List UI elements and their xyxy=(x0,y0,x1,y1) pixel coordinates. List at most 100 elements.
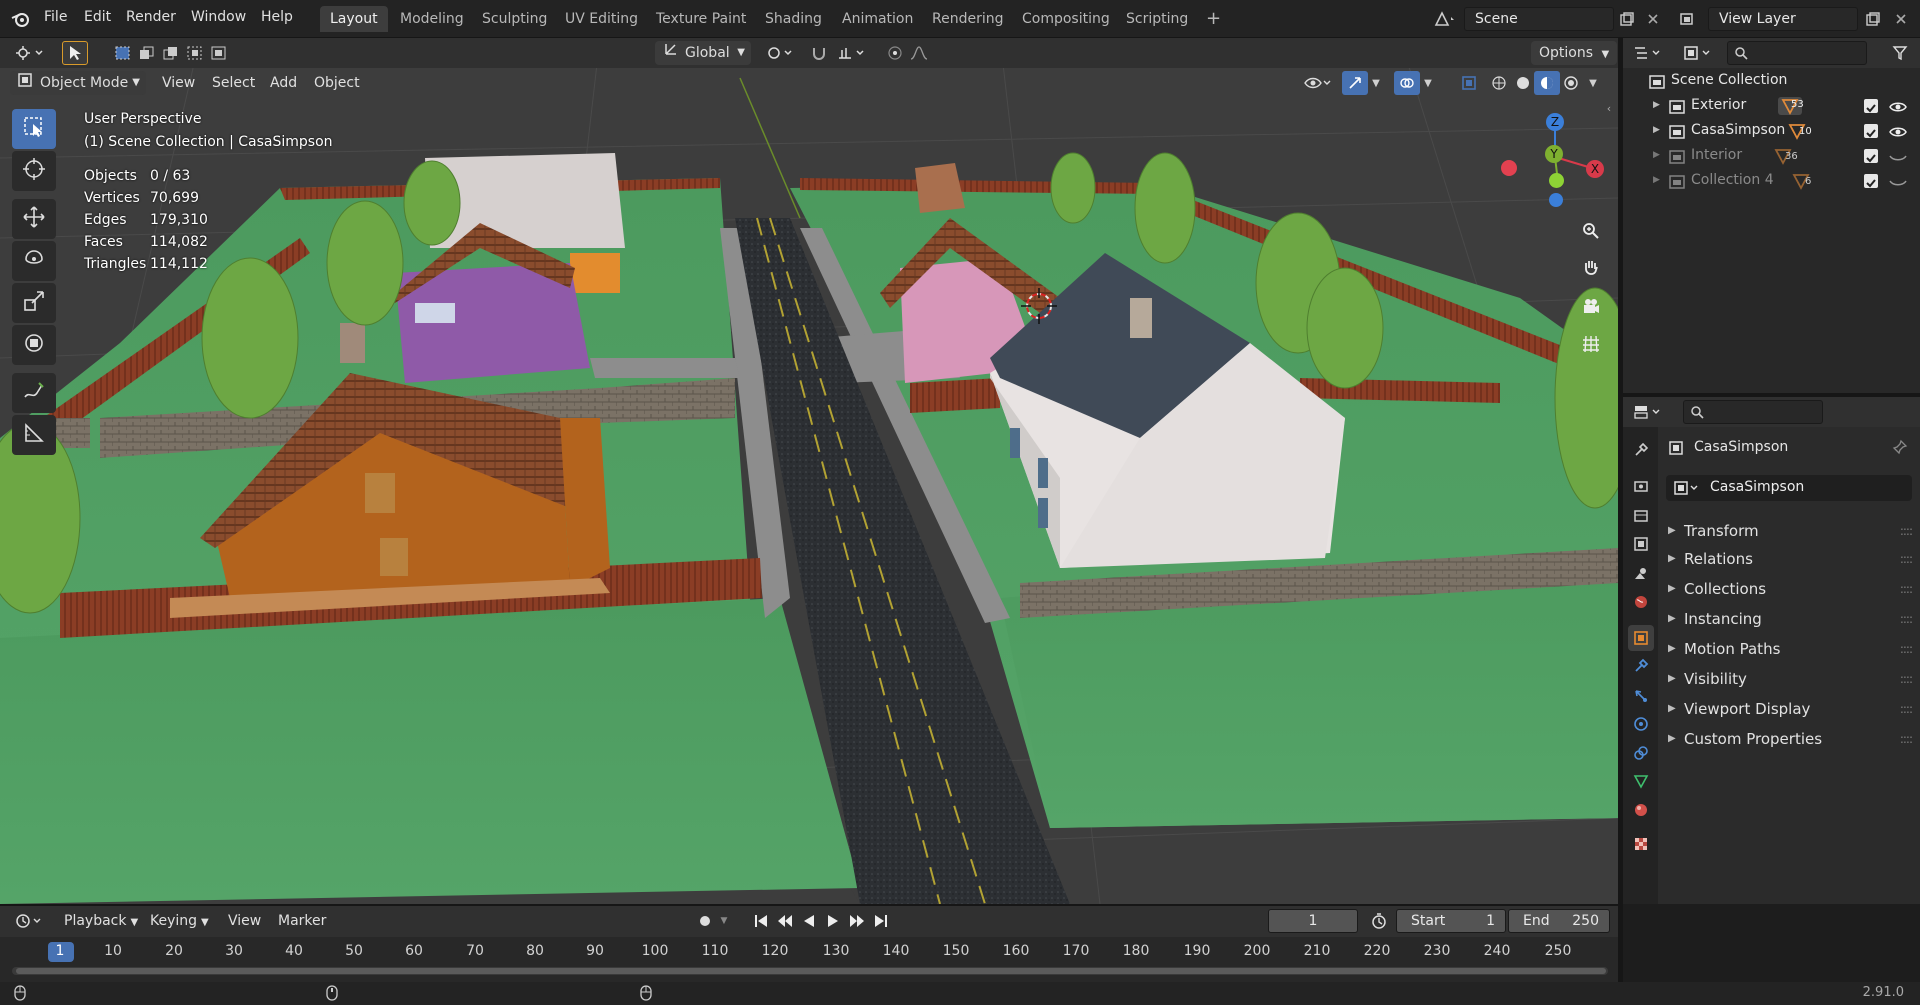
scene-selector-icon[interactable] xyxy=(1428,7,1462,31)
render-tab-icon[interactable] xyxy=(1628,473,1654,499)
menu-view[interactable]: View xyxy=(162,71,195,95)
proportional-editing-icon[interactable] xyxy=(882,41,908,65)
particles-tab-icon[interactable] xyxy=(1628,683,1654,709)
menu-marker[interactable]: Marker xyxy=(278,909,326,933)
play-reverse-icon[interactable] xyxy=(796,909,822,933)
keying-menu[interactable]: Keying ▼ xyxy=(150,909,209,933)
remove-scene-icon[interactable] xyxy=(1640,7,1666,31)
menu-file[interactable]: File xyxy=(44,9,67,25)
tab-uv-editing[interactable]: UV Editing xyxy=(555,6,648,32)
menu-help[interactable]: Help xyxy=(261,9,293,25)
rendered-shading-icon[interactable] xyxy=(1558,71,1584,95)
outliner-row-casasimpson[interactable]: ▶ CasaSimpson 10 xyxy=(1623,118,1920,143)
tool-scale[interactable] xyxy=(12,283,56,323)
scene-tab-icon[interactable] xyxy=(1628,560,1654,586)
play-icon[interactable] xyxy=(820,909,846,933)
tab-compositing[interactable]: Compositing xyxy=(1012,6,1120,32)
menu-edit[interactable]: Edit xyxy=(84,9,111,25)
select-box-new-icon[interactable] xyxy=(110,41,136,65)
tool-transform[interactable] xyxy=(12,325,56,365)
timeline-editor-type-icon[interactable] xyxy=(8,909,50,933)
outliner-row-collection-4[interactable]: ▶ Collection 4 6 xyxy=(1623,168,1920,193)
select-tool-icon[interactable] xyxy=(62,41,88,65)
tool-tab-icon[interactable] xyxy=(1628,437,1654,463)
scrollbar-thumb[interactable] xyxy=(16,968,1606,974)
gizmo-toggle-icon[interactable] xyxy=(1342,71,1368,95)
3d-viewport[interactable]: Global ▼ Options ▼ Object Mode ▼ View Se… xyxy=(0,38,1618,904)
constraints-tab-icon[interactable] xyxy=(1628,740,1654,766)
expand-arrow-icon[interactable]: ▶ xyxy=(1653,118,1660,143)
drag-grip-icon[interactable]: :::: xyxy=(1900,545,1913,573)
wireframe-shading-icon[interactable] xyxy=(1486,71,1512,95)
end-frame-field[interactable]: End 250 xyxy=(1508,909,1610,933)
drag-grip-icon[interactable]: :::: xyxy=(1900,575,1913,603)
timeline-ruler[interactable]: 1 10 20 30 40 50 60 70 80 90 100 110 120… xyxy=(0,937,1618,982)
proportional-falloff-icon[interactable] xyxy=(906,41,932,65)
area-divider[interactable] xyxy=(1618,38,1623,982)
axis-x-handle[interactable]: X xyxy=(1586,160,1604,178)
panel-custom-properties[interactable]: ▶ Custom Properties :::: xyxy=(1658,725,1920,753)
tool-rotate[interactable] xyxy=(12,241,56,281)
drag-grip-icon[interactable]: :::: xyxy=(1900,635,1913,663)
outliner-row-scene-collection[interactable]: Scene Collection xyxy=(1623,68,1920,93)
menu-object[interactable]: Object xyxy=(314,71,360,95)
new-view-layer-icon[interactable] xyxy=(1860,7,1886,31)
drag-grip-icon[interactable]: :::: xyxy=(1900,665,1913,693)
view-layer-field[interactable]: View Layer xyxy=(1708,7,1858,31)
tab-layout[interactable]: Layout xyxy=(320,6,388,32)
zoom-icon[interactable] xyxy=(1576,216,1606,246)
pin-icon[interactable] xyxy=(1892,439,1908,459)
jump-keyframe-forward-icon[interactable] xyxy=(844,909,870,933)
drag-grip-icon[interactable]: :::: xyxy=(1900,695,1913,723)
preview-range-icon[interactable] xyxy=(1366,909,1392,933)
physics-tab-icon[interactable] xyxy=(1628,711,1654,737)
select-box-intersect-icon[interactable] xyxy=(206,41,232,65)
start-frame-field[interactable]: Start 1 xyxy=(1396,909,1506,933)
material-tab-icon[interactable] xyxy=(1628,797,1654,823)
panel-relations[interactable]: ▶ Relations :::: xyxy=(1658,545,1920,573)
axis-neg-y-handle[interactable] xyxy=(1549,173,1564,188)
playback-menu[interactable]: Playback ▼ xyxy=(64,909,138,933)
jump-start-icon[interactable] xyxy=(748,909,774,933)
datablock-field[interactable]: CasaSimpson xyxy=(1666,475,1912,501)
object-data-tab-icon[interactable] xyxy=(1628,768,1654,794)
camera-view-icon[interactable] xyxy=(1576,291,1606,321)
axis-neg-x-handle[interactable] xyxy=(1501,160,1517,176)
pan-hand-icon[interactable] xyxy=(1576,253,1606,283)
checkbox-icon[interactable] xyxy=(1864,124,1878,138)
tab-rendering[interactable]: Rendering xyxy=(922,6,1014,32)
checkbox-icon[interactable] xyxy=(1864,149,1878,163)
tab-animation[interactable]: Animation xyxy=(832,6,923,32)
tab-modeling[interactable]: Modeling xyxy=(390,6,474,32)
select-box-subtract-icon[interactable] xyxy=(158,41,184,65)
object-tab-icon[interactable] xyxy=(1628,625,1654,651)
jump-keyframe-back-icon[interactable] xyxy=(772,909,798,933)
expand-arrow-icon[interactable]: ▶ xyxy=(1653,168,1660,193)
overlays-dropdown-icon[interactable]: ▼ xyxy=(1420,71,1436,95)
gizmo-dropdown-icon[interactable]: ▼ xyxy=(1368,71,1384,95)
menu-select[interactable]: Select xyxy=(212,71,255,95)
blender-logo-icon[interactable] xyxy=(8,7,34,31)
outliner-editor-type-icon[interactable] xyxy=(1629,41,1667,65)
pivot-point-icon[interactable] xyxy=(760,41,800,65)
scene-name-field[interactable]: Scene xyxy=(1464,7,1614,31)
panel-viewport-display[interactable]: ▶ Viewport Display :::: xyxy=(1658,695,1920,723)
drag-grip-icon[interactable]: :::: xyxy=(1900,725,1913,753)
axis-y-handle[interactable]: Y xyxy=(1545,145,1563,163)
current-frame-field[interactable]: 1 xyxy=(1268,909,1358,933)
area-divider[interactable] xyxy=(1623,393,1920,397)
outliner-search-input[interactable] xyxy=(1727,41,1867,65)
remove-view-layer-icon[interactable] xyxy=(1888,7,1914,31)
tool-cursor[interactable] xyxy=(12,151,56,191)
view-layer-tab-icon[interactable] xyxy=(1628,531,1654,557)
texture-tab-icon[interactable] xyxy=(1628,831,1654,857)
tool-measure[interactable] xyxy=(12,415,56,455)
properties-editor-type-icon[interactable] xyxy=(1629,400,1667,424)
checkbox-icon[interactable] xyxy=(1864,99,1878,113)
menu-view[interactable]: View xyxy=(228,909,261,933)
expand-arrow-icon[interactable]: ▶ xyxy=(1653,143,1660,168)
visibility-icon[interactable] xyxy=(1300,71,1336,95)
eye-closed-icon[interactable] xyxy=(1889,173,1907,198)
world-tab-icon[interactable] xyxy=(1628,589,1654,615)
view-layer-selector-icon[interactable] xyxy=(1672,7,1706,31)
